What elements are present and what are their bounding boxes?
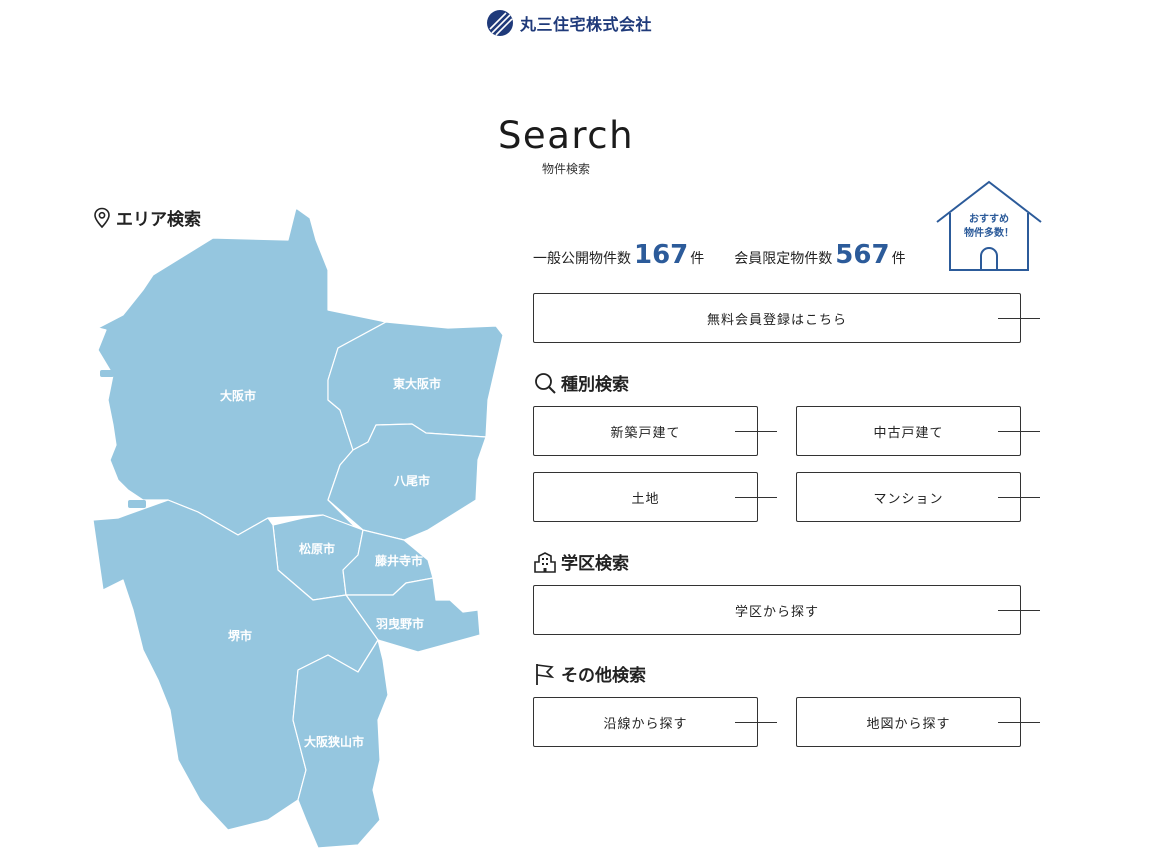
city-label-fujiidera: 藤井寺市 xyxy=(374,553,423,568)
member-count-label: 会員限定物件数 xyxy=(734,251,833,267)
new-house-button[interactable]: 新築戸建て xyxy=(533,406,777,456)
school-search-label: 学区検索 xyxy=(561,554,629,574)
city-label-osakasayama: 大阪狭山市 xyxy=(304,734,364,749)
recommend-badge-line2: 物件多数！ xyxy=(964,228,1014,239)
flag-icon xyxy=(536,663,555,685)
other-search-label: その他検索 xyxy=(561,666,646,686)
school-district-button[interactable]: 学区から探す xyxy=(533,585,1040,635)
page-title: Search xyxy=(497,114,635,157)
map-search-button[interactable]: 地図から探す xyxy=(796,697,1040,747)
mansion-button[interactable]: マンション xyxy=(796,472,1040,522)
type-search-label: 種別検索 xyxy=(561,375,629,395)
logo-mark-icon xyxy=(487,10,513,36)
company-name: 丸三住宅株式会社 xyxy=(520,15,653,34)
public-count-value: 167 xyxy=(634,240,689,270)
free-member-register-button[interactable]: 無料会員登録はこちら xyxy=(533,293,1040,343)
page-subtitle: 物件検索 xyxy=(541,162,590,176)
school-search-heading: 学区検索 xyxy=(533,549,629,574)
type-search-heading: 種別検索 xyxy=(533,370,629,395)
used-house-button[interactable]: 中古戸建て xyxy=(796,406,1040,456)
area-map: 大阪市 東大阪市 八尾市 松原市 藤井寺市 堺市 羽曳野市 大阪狭山市 xyxy=(92,207,504,849)
land-button[interactable]: 土地 xyxy=(533,472,777,522)
company-logo[interactable]: 丸三住宅株式会社 xyxy=(486,8,652,38)
city-label-habikino: 羽曳野市 xyxy=(376,616,424,631)
other-search-heading: その他検索 xyxy=(533,661,646,686)
property-counts: 一般公開物件数 167 件 会員限定物件数 567 件 xyxy=(533,240,906,270)
school-building-icon xyxy=(534,551,556,573)
city-label-matsubara: 松原市 xyxy=(299,541,335,556)
recommend-badge-line1: おすすめ xyxy=(969,214,1009,225)
city-label-sakai: 堺市 xyxy=(228,628,252,643)
member-count-unit: 件 xyxy=(891,251,906,267)
city-label-higashi-osaka: 東大阪市 xyxy=(393,376,441,391)
member-count-value: 567 xyxy=(835,240,890,270)
public-count-unit: 件 xyxy=(690,251,705,267)
search-icon xyxy=(535,372,556,394)
railway-search-button[interactable]: 沿線から探す xyxy=(533,697,777,747)
city-label-osaka: 大阪市 xyxy=(220,388,256,403)
public-count-label: 一般公開物件数 xyxy=(533,251,631,267)
recommend-badge: おすすめ 物件多数！ xyxy=(948,213,1030,241)
city-label-yao: 八尾市 xyxy=(393,473,430,488)
